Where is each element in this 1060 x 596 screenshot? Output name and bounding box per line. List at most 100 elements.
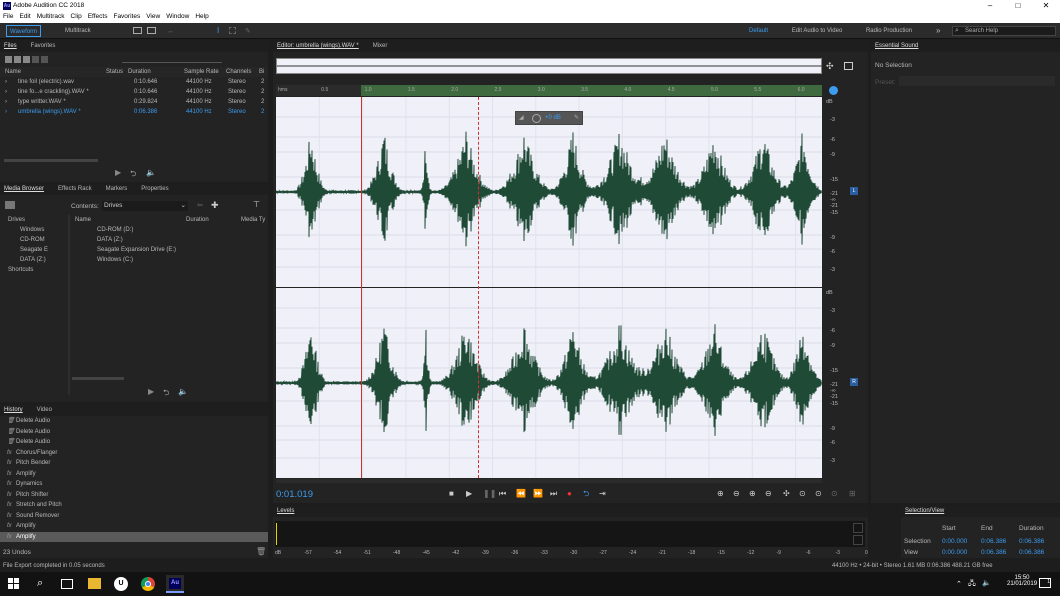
menu-favorites[interactable]: Favorites [110, 12, 143, 21]
files-search-input[interactable] [121, 55, 222, 63]
more-workspaces-button[interactable]: » [936, 25, 940, 37]
col-channels[interactable]: Channels [226, 67, 251, 77]
col-mb-duration[interactable]: Duration [186, 215, 209, 225]
view-end[interactable]: 0:06.386 [981, 549, 1006, 556]
tab-properties[interactable]: Properties [141, 186, 168, 192]
tab-media-browser[interactable]: Media Browser [4, 186, 44, 192]
menu-file[interactable]: File [0, 12, 16, 21]
selection-end[interactable]: 0:06.386 [981, 538, 1006, 545]
tab-levels[interactable]: Levels [277, 508, 294, 514]
clock[interactable]: 15:50 21/01/2019 [1007, 575, 1037, 587]
search-help-input[interactable]: ⌕ Search Help [952, 26, 1056, 36]
media-loop-icon[interactable]: ⮌ [163, 387, 169, 401]
col-duration[interactable]: Duration [128, 67, 151, 77]
files-loop-icon[interactable]: ⮌ [130, 168, 136, 182]
notifications-icon[interactable]: 1 [1039, 578, 1051, 588]
loop-playback-icon[interactable]: ⮌ [583, 488, 589, 500]
menu-clip[interactable]: Clip [68, 12, 85, 21]
drive-item[interactable]: Windows (C:) [72, 255, 268, 265]
contents-dropdown[interactable]: Drives ⌄ [102, 201, 188, 211]
time-ruler[interactable]: hms 0.5 1.0 1.5 2.0 2.5 3.0 3.5 4.0 4.5 5.0 5.5 6.0 [276, 85, 822, 96]
drives-icon[interactable] [5, 201, 15, 209]
marquee-tool-icon[interactable] [229, 27, 236, 34]
history-item[interactable]: fx Amplify [0, 469, 268, 480]
expand-icon[interactable]: › [5, 87, 7, 97]
zoom-in-amplitude-icon[interactable]: ⊕ [717, 488, 724, 500]
file-row[interactable]: › type writter.WAV * 0:29.824 44100 Hz Stere… [0, 97, 268, 107]
menu-window[interactable]: Window [163, 12, 192, 21]
rewind-icon[interactable]: ⏪ [516, 488, 526, 500]
timeline-zoom-icon[interactable] [829, 86, 838, 95]
selection-start[interactable]: 0:00.000 [942, 538, 967, 545]
tree-cd-rom[interactable]: CD-ROM [0, 235, 70, 245]
expand-icon[interactable]: › [5, 97, 7, 107]
selection-duration[interactable]: 0:06.386 [1019, 538, 1044, 545]
menu-help[interactable]: Help [192, 12, 211, 21]
editor-scrollbar[interactable] [276, 479, 822, 483]
search-icon[interactable]: ⌕ [37, 577, 43, 590]
playhead[interactable] [361, 97, 362, 478]
drive-item[interactable]: DATA (Z:) [72, 235, 268, 245]
zoom-out-amplitude-icon[interactable]: ⊖ [733, 488, 740, 500]
tab-markers[interactable]: Markers [106, 186, 128, 192]
history-item[interactable]: fx Stretch and Pitch [0, 500, 268, 511]
files-scrollbar[interactable] [4, 159, 98, 162]
hud-volume[interactable]: ◢ +0 dB ✎ [515, 111, 583, 125]
file-row[interactable]: › umbrella (wings).WAV * 0:06.386 44100 Hz S… [0, 107, 268, 117]
col-sample-rate[interactable]: Sample Rate [184, 67, 219, 77]
volume-icon[interactable]: 🔈 [982, 579, 991, 587]
media-browser-scrollbar[interactable] [72, 377, 124, 380]
chrome-icon[interactable] [141, 577, 155, 591]
zoom-in-time-icon[interactable]: ⊕ [749, 488, 756, 500]
view-start[interactable]: 0:00.000 [942, 549, 967, 556]
channel-left-waveform[interactable] [275, 97, 822, 287]
history-item[interactable]: fx Amplify [0, 521, 268, 532]
media-autoplay-icon[interactable]: 🔈 [178, 387, 188, 396]
menu-view[interactable]: View [143, 12, 163, 21]
tab-files[interactable]: Files [4, 43, 17, 49]
zoom-to-selection-icon[interactable]: ⊙ [799, 488, 806, 500]
expand-icon[interactable]: › [5, 107, 7, 117]
tab-selection-view[interactable]: Selection/View [905, 508, 944, 514]
menu-multitrack[interactable]: Multitrack [34, 12, 68, 21]
waveform-button[interactable]: Waveform [6, 25, 42, 37]
file-row[interactable]: › tine fo...e crackling).WAV * 0:10.646 441… [0, 87, 268, 97]
zoom-fit-selection-icon[interactable]: ⊞ [849, 488, 856, 500]
tab-video[interactable]: Video [37, 407, 52, 413]
zoom-out-time-icon[interactable]: ⊖ [765, 488, 772, 500]
workspace-edit-audio-to-video[interactable]: Edit Audio to Video [792, 28, 843, 34]
clip-indicator-right[interactable] [853, 535, 863, 545]
history-item[interactable]: fx Pitch Shifter [0, 490, 268, 501]
skip-selection-icon[interactable]: ⇥ [599, 488, 606, 500]
tab-editor[interactable]: Editor: umbrella (wings).WAV * [277, 43, 359, 49]
tree-divider[interactable] [68, 215, 70, 395]
open-file-icon[interactable] [5, 55, 12, 63]
zoom-in-point-icon[interactable]: ⊙ [815, 488, 822, 500]
go-to-end-icon[interactable]: ⏭ [550, 488, 557, 500]
play-icon[interactable]: ▶ [466, 488, 472, 500]
zoom-out-point-icon[interactable]: ⊙ [831, 488, 838, 500]
add-shortcut-icon[interactable]: ✚ [211, 200, 219, 211]
timecode-display[interactable]: 0:01.019 [276, 489, 313, 500]
hud-gain-value[interactable]: +0 dB [545, 112, 561, 124]
expand-icon[interactable]: › [5, 77, 7, 87]
history-item[interactable]: fx Sound Remover [0, 511, 268, 522]
history-item[interactable]: fx Chorus/Flanger [0, 448, 268, 459]
file-row[interactable]: › tine foil (electric).wav 0:10.646 44100 H… [0, 77, 268, 87]
maximize-button[interactable]: □ [1004, 0, 1032, 12]
record-icon[interactable]: ● [567, 488, 572, 500]
audition-taskbar-button[interactable]: Au [166, 575, 184, 593]
tree-drives[interactable]: Drives [0, 215, 70, 225]
spectral-icon[interactable] [133, 27, 142, 34]
hud-knob-icon[interactable] [532, 114, 541, 123]
workspace-radio-production[interactable]: Radio Production [866, 28, 912, 34]
zoom-fit-icon[interactable]: ✣ [826, 61, 834, 72]
files-play-icon[interactable]: ▶ [115, 168, 121, 177]
tree-shortcuts[interactable]: Shortcuts [0, 265, 70, 275]
clip-indicator-left[interactable] [853, 523, 863, 533]
col-mb-media-type[interactable]: Media Ty [241, 215, 265, 225]
pitch-display-icon[interactable] [147, 27, 156, 34]
network-icon[interactable]: 🖧 [968, 579, 976, 590]
col-status[interactable]: Status [106, 67, 123, 77]
import-file-icon[interactable] [14, 55, 21, 63]
